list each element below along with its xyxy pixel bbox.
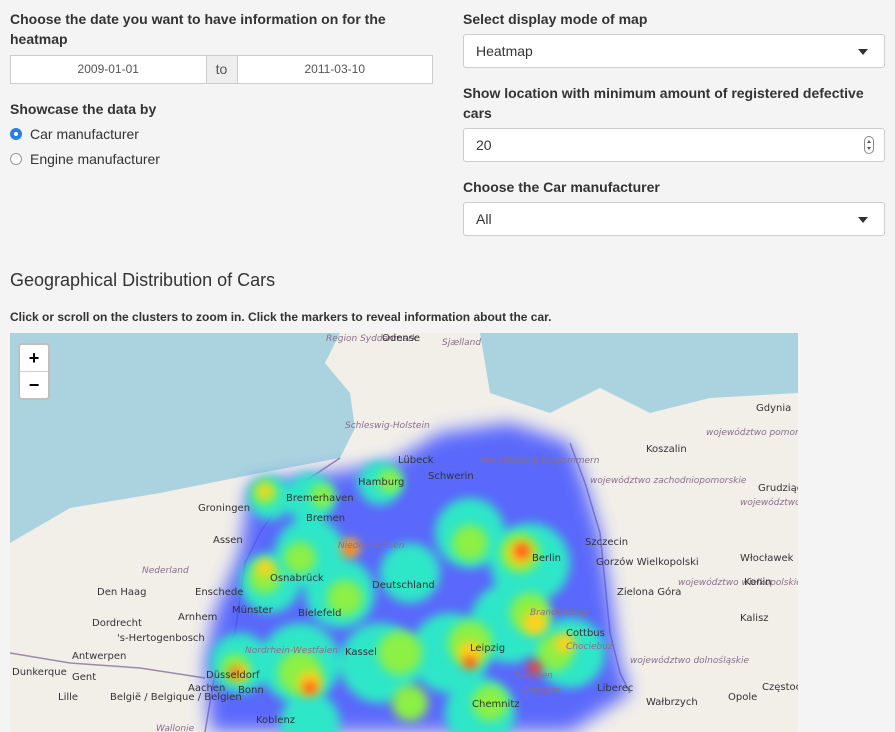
display-mode-label: Select display mode of map: [463, 11, 648, 27]
map-label: województwo wielkopolskie: [678, 577, 798, 588]
map-label: Assen: [213, 535, 243, 546]
map-label: Osnabrück: [270, 573, 324, 584]
map-label: Szczecin: [585, 537, 628, 548]
spinner-icon[interactable]: [864, 136, 874, 154]
radio-car-manufacturer[interactable]: Car manufacturer: [10, 126, 139, 142]
map-label: Sjælland: [442, 338, 481, 348]
display-mode-select[interactable]: Heatmap: [463, 34, 885, 68]
map-label: Schleswig-Holstein: [345, 421, 430, 431]
date-start-input[interactable]: 2009-01-01: [11, 56, 206, 83]
radio-label-car: Car manufacturer: [30, 126, 139, 142]
map-view[interactable]: + − Region Syddanmark Odense Sjælland Sc…: [10, 333, 798, 732]
map-label: Düsseldorf: [206, 670, 260, 681]
map-label: Gdynia: [756, 403, 791, 414]
map-label: Antwerpen: [72, 651, 126, 662]
map-label: Dresden: [522, 686, 560, 696]
map-label: Münster: [232, 605, 274, 616]
map-label: Dunkerque: [12, 667, 67, 678]
map-label: Sachsen: [515, 671, 553, 681]
display-mode-value: Heatmap: [476, 43, 533, 59]
map-label: Hamburg: [358, 477, 404, 488]
map-label: Brandenburg: [530, 608, 589, 618]
map-label: Konin: [744, 577, 772, 588]
zoom-control[interactable]: + −: [18, 343, 50, 400]
showcase-label: Showcase the data by: [10, 101, 157, 117]
map-label: Enschede: [195, 587, 243, 598]
map-label: Nederland: [142, 566, 189, 576]
map-hint: Click or scroll on the clusters to zoom …: [10, 310, 552, 324]
map-label: Liberec: [597, 683, 633, 694]
date-end-input[interactable]: 2011-03-10: [238, 56, 433, 83]
map-label: Mecklenburg-Vorpommern: [480, 456, 600, 466]
car-manufacturer-select[interactable]: All: [463, 202, 885, 236]
map-label: Bremerhaven: [286, 493, 354, 504]
map-label: Kassel: [345, 647, 377, 658]
map-label: Berlin: [532, 553, 561, 564]
map-label: Groningen: [198, 503, 250, 514]
map-label: Deutschland: [372, 580, 435, 591]
map-label: Gent: [72, 672, 96, 683]
date-range-label: Choose the date you want to have informa…: [10, 11, 386, 47]
zoom-in-button[interactable]: +: [20, 345, 48, 372]
map-label: Den Haag: [97, 587, 147, 598]
map-label: Leipzig: [470, 643, 505, 654]
map-label: Wallonie: [156, 724, 195, 732]
map-label: Aachen: [188, 683, 225, 694]
map-label: Zielona Góra: [617, 586, 681, 598]
map-label: Wałbrzych: [646, 697, 698, 708]
zoom-out-button[interactable]: −: [20, 372, 48, 398]
radio-unchecked-icon[interactable]: [10, 153, 22, 165]
map-label: Gorzów Wielkopolski: [596, 556, 699, 568]
car-manufacturer-label: Choose the Car manufacturer: [463, 179, 660, 195]
map-label: Nordrhein-Westfalen: [245, 646, 338, 656]
map-label: Bonn: [238, 685, 264, 696]
min-location-input[interactable]: 20: [463, 128, 885, 162]
heatmap-layer: [205, 423, 630, 732]
map-label: Chociebuż: [566, 642, 613, 652]
map-label: Dordrecht: [92, 618, 142, 629]
min-location-value: 20: [476, 137, 492, 153]
map-label: 's-Hertogenbosch: [117, 633, 205, 644]
min-location-label: Show location with minimum amount of reg…: [463, 85, 864, 121]
map-label: Kalisz: [740, 613, 769, 624]
map-label: Schwerin: [428, 471, 474, 482]
map-label: Lille: [58, 692, 78, 703]
date-range-input[interactable]: 2009-01-01 to 2011-03-10: [10, 55, 433, 84]
map-label: Grudziądz: [758, 483, 798, 494]
map-label: województwo pomorskie: [706, 427, 798, 438]
radio-engine-manufacturer[interactable]: Engine manufacturer: [10, 151, 160, 167]
map-label: Bremen: [306, 513, 345, 524]
car-manufacturer-value: All: [476, 211, 492, 227]
map-label: Chemnitz: [472, 699, 520, 710]
map-label: Koszalin: [646, 444, 687, 455]
map-label: Włocławek: [740, 553, 794, 564]
map-label: Niedersachsen: [338, 541, 405, 551]
map-label: Bielefeld: [298, 608, 342, 619]
map-label: Odense: [382, 333, 420, 344]
map-label: województwo kujawsko-pomorskie: [740, 497, 798, 508]
caret-down-icon: [858, 49, 868, 55]
map-label: Częstochowa: [762, 682, 798, 693]
radio-label-engine: Engine manufacturer: [30, 151, 160, 167]
map-tiles[interactable]: Region Syddanmark Odense Sjælland Schles…: [10, 333, 798, 732]
radio-checked-icon[interactable]: [10, 128, 22, 140]
map-label: Arnhem: [178, 612, 217, 623]
map-label: Cottbus: [566, 628, 605, 639]
map-label: województwo dolnośląskie: [630, 655, 750, 666]
date-range-separator: to: [205, 56, 238, 83]
map-label: Koblenz: [256, 715, 295, 726]
map-label: Lübeck: [398, 455, 434, 466]
map-label: województwo zachodniopomorskie: [590, 475, 747, 486]
caret-down-icon: [858, 217, 868, 223]
map-section-title: Geographical Distribution of Cars: [10, 270, 276, 290]
map-label: Opole: [728, 692, 757, 703]
